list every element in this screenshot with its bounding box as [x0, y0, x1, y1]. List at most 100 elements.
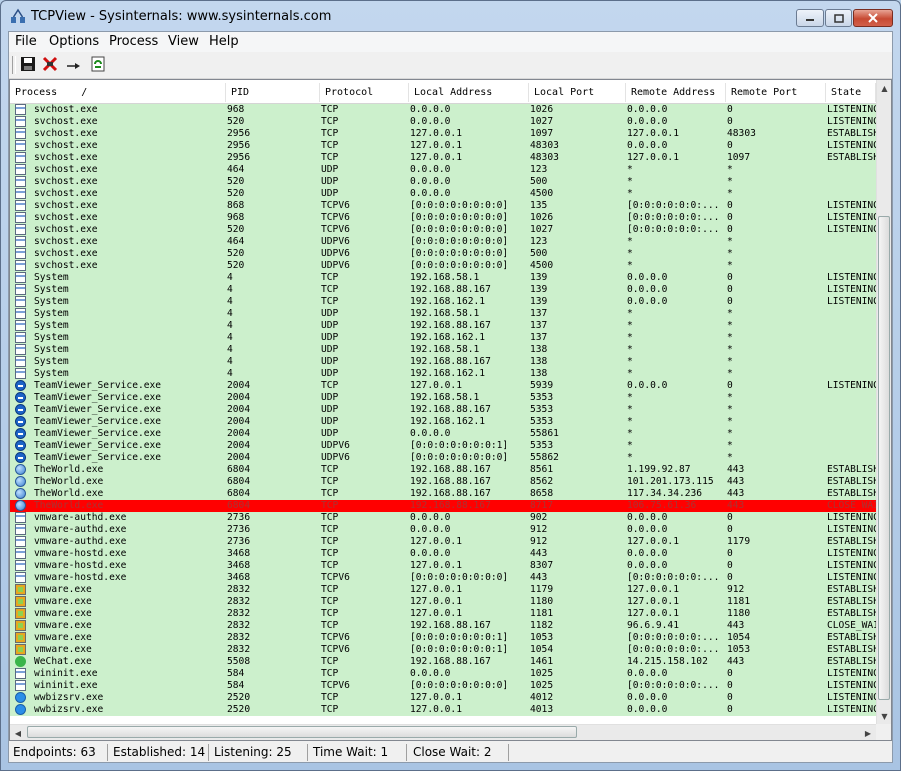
table-row[interactable]: vmware-authd.exe 2736 TCP 127.0.0.1 912 127.0…	[10, 536, 876, 548]
column-protocol[interactable]: Protocol	[320, 83, 409, 102]
table-row[interactable]: svchost.exe 464 UDPV6 [0:0:0:0:0:0:0:0] 123 *…	[10, 236, 876, 248]
table-row[interactable]: vmware-authd.exe 2736 TCP 0.0.0.0 902 0.0.0.0…	[10, 512, 876, 524]
cell-process: TeamViewer_Service.exe	[34, 404, 162, 415]
table-row[interactable]: wininit.exe 584 TCPV6 [0:0:0:0:0:0:0:0] 1025…	[10, 680, 876, 692]
table-row[interactable]: svchost.exe 968 TCPV6 [0:0:0:0:0:0:0:0] 1026…	[10, 212, 876, 224]
cell-process: svchost.exe	[34, 140, 98, 151]
title-bar[interactable]: TCPView - Sysinternals: www.sysinternals…	[1, 1, 900, 31]
table-row[interactable]: svchost.exe 520 UDPV6 [0:0:0:0:0:0:0:0] 4500…	[10, 260, 876, 272]
table-row[interactable]: vmware.exe 2832 TCPV6 [0:0:0:0:0:0:0:1] 1053…	[10, 632, 876, 644]
cell-state: ESTABLISHED	[827, 632, 876, 643]
cell-local-address: 0.0.0.0	[410, 524, 451, 535]
table-row[interactable]: TeamViewer_Service.exe 2004 TCP 127.0.0.1 59…	[10, 380, 876, 392]
close-connection-icon[interactable]	[41, 55, 59, 73]
cell-process: TeamViewer_Service.exe	[34, 416, 162, 427]
table-row[interactable]: vmware.exe 2832 TCP 127.0.0.1 1179 127.0.0.1 9…	[10, 584, 876, 596]
table-row[interactable]: vmware.exe 2832 TCP 127.0.0.1 1181 127.0.0.1 1…	[10, 608, 876, 620]
cell-local-address: 127.0.0.1	[410, 704, 462, 715]
table-row[interactable]: wwbizsrv.exe 2520 TCP 127.0.0.1 4012 0.0.0.0 0…	[10, 692, 876, 704]
process-win-icon	[15, 260, 26, 271]
table-row[interactable]: TheWorld.exe 6804 TCP 192.168.88.167 8562 101…	[10, 476, 876, 488]
close-window-button[interactable]	[853, 9, 893, 27]
table-row[interactable]: vmware-hostd.exe 3468 TCP 0.0.0.0 443 0.0.0.0…	[10, 548, 876, 560]
table-row[interactable]: TeamViewer_Service.exe 2004 UDPV6 [0:0:0:0:…	[10, 452, 876, 464]
vertical-scrollbar[interactable]: ▲ ▼	[876, 80, 891, 724]
table-row[interactable]: System 4 TCP 192.168.58.1 139 0.0.0.0 0 LISTENI…	[10, 272, 876, 284]
table-row[interactable]: System 4 UDP 192.168.58.1 137 * *	[10, 308, 876, 320]
table-row[interactable]: wwbizsrv.exe 2520 TCP 127.0.0.1 4013 0.0.0.0 0…	[10, 704, 876, 716]
table-row[interactable]: svchost.exe 520 UDP 0.0.0.0 500 * *	[10, 176, 876, 188]
cell-process: vmware.exe	[34, 584, 92, 595]
table-row[interactable]: System 4 UDP 192.168.88.167 138 * *	[10, 356, 876, 368]
table-row[interactable]: WeChat.exe 5508 TCP 192.168.88.167 1461 14.21…	[10, 656, 876, 668]
column-remote-port[interactable]: Remote Port	[726, 83, 826, 102]
table-row[interactable]: System 4 UDP 192.168.162.1 137 * *	[10, 332, 876, 344]
table-row[interactable]: svchost.exe 2956 TCP 127.0.0.1 1097 127.0.0.1…	[10, 128, 876, 140]
table-row[interactable]: TeamViewer_Service.exe 2004 UDP 192.168.88.…	[10, 404, 876, 416]
table-row[interactable]: TheWorld.exe 6804 TCP 192.168.88.167 8561 1.1…	[10, 464, 876, 476]
table-row[interactable]: System 4 UDP 192.168.162.1 138 * *	[10, 368, 876, 380]
column-local-address[interactable]: Local Address	[409, 83, 529, 102]
table-row[interactable]: vmware.exe 2832 TCPV6 [0:0:0:0:0:0:0:1] 1054…	[10, 644, 876, 656]
table-row[interactable]: vmware.exe 2832 TCP 127.0.0.1 1180 127.0.0.1 1…	[10, 596, 876, 608]
table-row-selected[interactable]: TheWorld.exe 6804 TCP 192.168.88.167 8717 106…	[10, 500, 876, 512]
table-row[interactable]: svchost.exe 968 TCP 0.0.0.0 1026 0.0.0.0 0 LIST…	[10, 104, 876, 116]
table-row[interactable]: vmware-hostd.exe 3468 TCP 127.0.0.1 8307 0.0.…	[10, 560, 876, 572]
process-vm-icon	[15, 596, 26, 607]
table-row[interactable]: System 4 TCP 192.168.162.1 139 0.0.0.0 0 LISTEN…	[10, 296, 876, 308]
maximize-button[interactable]	[825, 9, 852, 27]
table-row[interactable]: TheWorld.exe 6804 TCP 192.168.88.167 8658 117…	[10, 488, 876, 500]
cell-state: LISTENING	[827, 572, 876, 583]
table-row[interactable]: svchost.exe 520 TCPV6 [0:0:0:0:0:0:0:0] 1027…	[10, 224, 876, 236]
table-row[interactable]: svchost.exe 520 TCP 0.0.0.0 1027 0.0.0.0 0 LIST…	[10, 116, 876, 128]
menu-options[interactable]: Options	[49, 34, 99, 49]
table-row[interactable]: TeamViewer_Service.exe 2004 UDP 0.0.0.0 5586…	[10, 428, 876, 440]
menu-view[interactable]: View	[168, 34, 199, 49]
menu-process[interactable]: Process	[109, 34, 158, 49]
table-row[interactable]: TeamViewer_Service.exe 2004 UDPV6 [0:0:0:0:…	[10, 440, 876, 452]
table-row[interactable]: svchost.exe 520 UDPV6 [0:0:0:0:0:0:0:0] 500 *…	[10, 248, 876, 260]
table-row[interactable]: svchost.exe 2956 TCP 127.0.0.1 48303 0.0.0.0 0…	[10, 140, 876, 152]
resolve-addresses-icon[interactable]	[65, 55, 83, 73]
connections-list[interactable]: Process / PID Protocol Local Address Loc…	[9, 79, 892, 741]
scroll-up-arrow-icon[interactable]: ▲	[877, 80, 891, 96]
vertical-scroll-thumb[interactable]	[878, 216, 890, 700]
menu-help[interactable]: Help	[209, 34, 239, 49]
table-row[interactable]: svchost.exe 868 TCPV6 [0:0:0:0:0:0:0:0] 135 […	[10, 200, 876, 212]
table-row[interactable]: svchost.exe 2956 TCP 127.0.0.1 48303 127.0.0.…	[10, 152, 876, 164]
table-row[interactable]: vmware-hostd.exe 3468 TCPV6 [0:0:0:0:0:0:0:…	[10, 572, 876, 584]
scroll-left-arrow-icon[interactable]: ◀	[10, 725, 26, 740]
table-row[interactable]: TeamViewer_Service.exe 2004 UDP 192.168.58.…	[10, 392, 876, 404]
refresh-icon[interactable]	[89, 55, 107, 73]
column-process[interactable]: Process /	[10, 83, 226, 102]
table-row[interactable]: vmware-authd.exe 2736 TCP 0.0.0.0 912 0.0.0.0…	[10, 524, 876, 536]
scroll-right-arrow-icon[interactable]: ▶	[860, 725, 876, 740]
cell-protocol: TCPV6	[321, 632, 350, 643]
menu-file[interactable]: File	[15, 34, 37, 49]
table-row[interactable]: vmware.exe 2832 TCP 192.168.88.167 1182 96.6.…	[10, 620, 876, 632]
table-row[interactable]: svchost.exe 464 UDP 0.0.0.0 123 * *	[10, 164, 876, 176]
table-row[interactable]: svchost.exe 520 UDP 0.0.0.0 4500 * *	[10, 188, 876, 200]
cell-local-port: 8717	[530, 500, 554, 511]
cell-remote-port: *	[727, 452, 733, 463]
horizontal-scrollbar[interactable]: ◀ ▶	[10, 724, 876, 740]
scroll-down-arrow-icon[interactable]: ▼	[877, 708, 891, 724]
cell-pid: 464	[227, 164, 245, 175]
column-pid[interactable]: PID	[226, 83, 320, 102]
minimize-button[interactable]	[796, 9, 824, 27]
table-row[interactable]: System 4 UDP 192.168.58.1 138 * *	[10, 344, 876, 356]
horizontal-scroll-thumb[interactable]	[27, 726, 577, 738]
table-row[interactable]: System 4 UDP 192.168.88.167 137 * *	[10, 320, 876, 332]
table-row[interactable]: TeamViewer_Service.exe 2004 UDP 192.168.162…	[10, 416, 876, 428]
cell-remote-port: 48303	[727, 128, 756, 139]
column-local-port[interactable]: Local Port	[529, 83, 626, 102]
table-row[interactable]: wininit.exe 584 TCP 0.0.0.0 1025 0.0.0.0 0 LIST…	[10, 668, 876, 680]
cell-state: ESTABLISHED	[827, 128, 876, 139]
process-win-icon	[15, 128, 26, 139]
cell-pid: 868	[227, 200, 245, 211]
column-state[interactable]: State	[826, 83, 876, 102]
save-icon[interactable]	[19, 55, 37, 73]
column-remote-address[interactable]: Remote Address	[626, 83, 726, 102]
table-row[interactable]: System 4 TCP 192.168.88.167 139 0.0.0.0 0 LISTE…	[10, 284, 876, 296]
cell-process: vmware-authd.exe	[34, 512, 127, 523]
